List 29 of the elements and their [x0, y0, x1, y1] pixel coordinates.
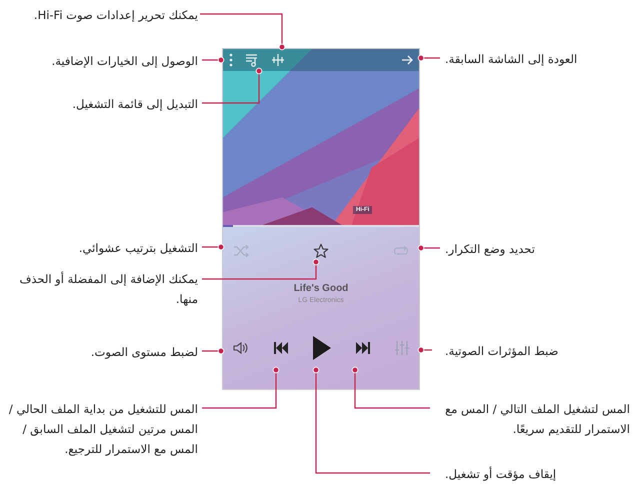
- favorite-star-button[interactable]: [313, 243, 329, 259]
- callout-text: تحديد وضع التكرار.: [445, 241, 535, 258]
- callout-text: المس لتشغيل الملف التالي / المس مع الاستمرار للتقديم سريعًا.: [444, 401, 630, 438]
- next-button[interactable]: [356, 342, 370, 354]
- callout-text: الوصول إلى الخيارات الإضافية.: [52, 53, 198, 70]
- volume-button[interactable]: [233, 341, 249, 355]
- leader-line: [202, 348, 224, 354]
- callout-text: لضبط مستوى الصوت.: [90, 344, 198, 361]
- leader-line: [202, 244, 224, 250]
- leader-line: [418, 346, 432, 354]
- equalizer-button[interactable]: [271, 53, 285, 67]
- play-button[interactable]: [313, 336, 331, 360]
- callout-text: ضبط المؤثرات الصوتية.: [445, 343, 558, 360]
- callout-text: التشغيل بترتيب عشوائي.: [78, 240, 198, 257]
- callout-text: إيقاف مؤقت أو تشغيل.: [445, 466, 556, 483]
- leader-line: [202, 68, 262, 104]
- previous-button[interactable]: [274, 342, 288, 354]
- callout-text: يمكنك تحرير إعدادات صوت Hi-Fi.: [34, 7, 198, 24]
- callout-text: التبديل إلى قائمة التشغيل.: [72, 96, 198, 113]
- song-title: Life's Good: [292, 283, 350, 294]
- callout-text: المس للتشغيل من بداية الملف الحالي / المس مرتين لتشغيل الملف السابق / المس مع الاستمرار للترجيع.: [8, 401, 198, 458]
- back-arrow-button[interactable]: [401, 55, 413, 65]
- callout-text: يمكنك الإضافة إلى المفضلة أو الحذف منها.: [18, 270, 198, 308]
- callout-text: العودة إلى الشاشة السابقة.: [445, 51, 578, 68]
- playlist-button[interactable]: [245, 53, 259, 67]
- leader-line: [418, 54, 440, 62]
- leader-line: [202, 56, 224, 64]
- leader-line: [418, 244, 440, 252]
- more-options-button[interactable]: [229, 53, 233, 67]
